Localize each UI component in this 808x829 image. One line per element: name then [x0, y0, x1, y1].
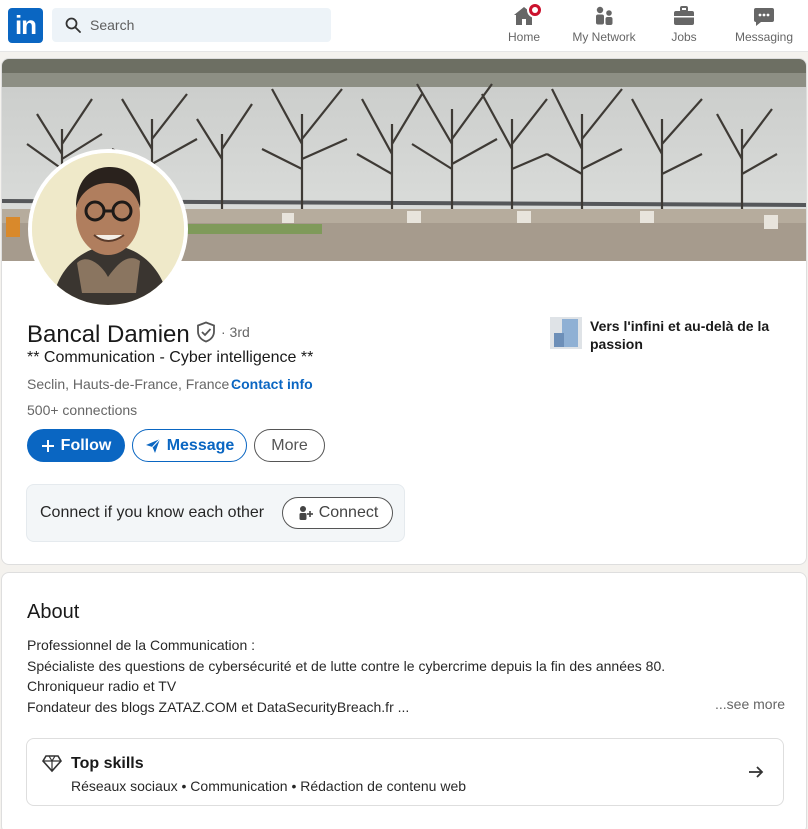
about-title: About [27, 601, 80, 623]
about-line: Chroniqueur radio et TV [27, 678, 177, 694]
nav-jobs[interactable]: Jobs [662, 4, 706, 48]
nav-my-network[interactable]: My Network [568, 4, 640, 48]
connection-degree: · 3rd [221, 324, 250, 340]
send-icon [145, 438, 161, 453]
see-more-link[interactable]: ...see more [715, 696, 785, 712]
featured-item[interactable]: Vers l'infini et au-delà de la passion [550, 317, 790, 357]
plus-icon [41, 439, 54, 452]
briefcase-icon [674, 6, 694, 25]
messaging-icon [754, 8, 774, 26]
about-card: About Professionnel de la Communication … [1, 572, 807, 829]
contact-info-link[interactable]: Contact info [231, 376, 313, 392]
avatar-portrait [32, 153, 184, 305]
profile-location: Seclin, Hauts-de-France, France · [27, 376, 238, 392]
nav-messaging[interactable]: Messaging [733, 4, 795, 48]
profile-name: Bancal Damien [27, 321, 190, 348]
nav-label-my-network: My Network [572, 30, 636, 44]
search-input[interactable] [90, 8, 320, 42]
verified-shield-icon[interactable] [195, 321, 217, 343]
profile-card: Bancal Damien · 3rd ** Communication - C… [1, 58, 807, 565]
search-icon [65, 17, 81, 33]
avatar[interactable] [28, 149, 188, 309]
more-button-label: More [271, 436, 308, 454]
notification-badge [527, 2, 543, 18]
more-button[interactable]: More [254, 429, 325, 462]
top-skills-title: Top skills [71, 755, 144, 772]
nav-home[interactable]: Home [502, 2, 546, 48]
message-button-label: Message [166, 436, 235, 454]
follow-button[interactable]: Follow [27, 429, 125, 462]
network-icon [596, 6, 613, 25]
about-line: Spécialiste des questions de cybersécuri… [27, 657, 666, 674]
diamond-icon [42, 755, 62, 773]
featured-thumbnail [550, 317, 582, 349]
connections-count: 500+ connections [27, 402, 138, 418]
nav-label-messaging: Messaging [734, 30, 794, 44]
about-text: Professionnel de la Communication : Spéc… [27, 635, 665, 717]
profile-headline: ** Communication - Cyber intelligence ** [27, 349, 314, 366]
search-box[interactable] [52, 8, 331, 42]
connect-button-label: Connect [318, 504, 379, 521]
nav-label-jobs: Jobs [671, 30, 697, 44]
connect-suggestion-box: Connect if you know each other Connect [26, 484, 405, 542]
about-line: Professionnel de la Communication : [27, 637, 256, 653]
about-line: Fondateur des blogs ZATAZ.COM et DataSec… [27, 698, 410, 715]
top-skills-box[interactable]: Top skills Réseaux sociaux • Communicati… [26, 738, 784, 806]
connect-button[interactable]: Connect [282, 497, 393, 529]
top-skills-list: Réseaux sociaux • Communication • Rédact… [71, 778, 467, 794]
add-person-icon [299, 506, 313, 520]
featured-text: Vers l'infini et au-delà de la passion [590, 318, 770, 352]
follow-button-label: Follow [60, 436, 112, 454]
message-button[interactable]: Message [132, 429, 247, 462]
top-nav-bar: in Home My Network Jobs [0, 0, 808, 52]
nav-label-home: Home [507, 30, 540, 44]
arrow-right-icon[interactable] [747, 763, 765, 781]
linkedin-logo[interactable]: in [8, 8, 43, 43]
connect-prompt: Connect if you know each other [40, 504, 265, 521]
